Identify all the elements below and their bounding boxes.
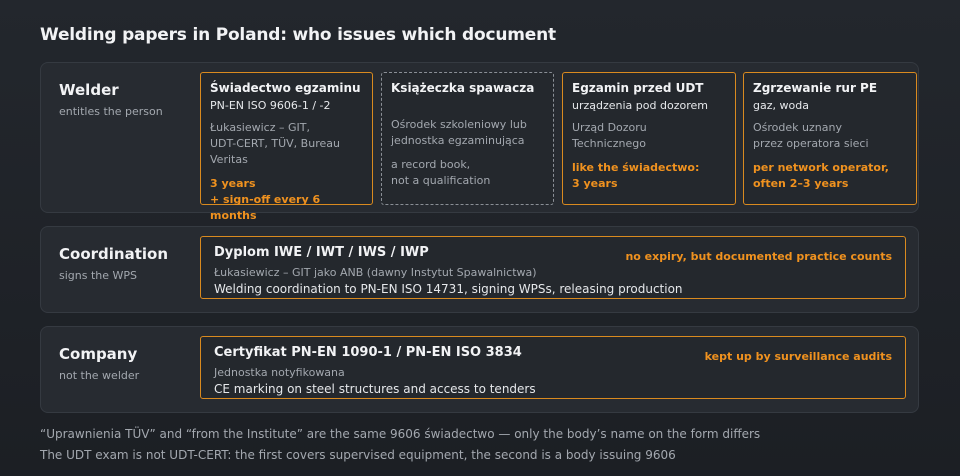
company-label: Company not the welder [59,345,139,382]
validity-line: often 2–3 years [753,177,849,190]
validity-line: 3 years [572,177,618,190]
section-name: Welder [59,81,119,99]
section-name: Coordination [59,245,168,263]
issuer-line: przez operatora sieci [753,137,869,150]
card-title: Książeczka spawacza [391,81,535,95]
card-issuer: Urząd Dozoru Technicznego [572,120,726,152]
issuer-line: jednostka egzaminująca [391,134,525,147]
ksiazeczka-card: Książeczka spawacza Ośrodek szkoleniowy … [381,72,554,205]
issuer-line: Łukasiewicz – GIT, [210,121,310,134]
card-description: Welding coordination to PN-EN ISO 14731,… [214,282,683,296]
diploma-card: Dyplom IWE / IWT / IWS / IWP Łukasiewicz… [200,236,906,299]
footnote: The UDT exam is not UDT-CERT: the first … [40,448,676,462]
card-validity: like the świadectwo: 3 years [572,160,726,192]
section-name: Company [59,345,138,363]
coordination-section: Coordination signs the WPS Dyplom IWE / … [40,226,919,313]
issuer-line: Ośrodek szkoleniowy lub [391,118,527,131]
note-line: a record book, [391,158,471,171]
card-issuer: Jednostka notyfikowana [214,366,345,379]
validity-line: per network operator, [753,161,889,174]
welder-label: Welder entitles the person [59,81,163,118]
section-subtitle: entitles the person [59,105,163,118]
validity-line: + sign-off every 6 months [210,193,321,222]
udt-exam-card: Egzamin przed UDT urządzenia pod dozorem… [562,72,736,205]
card-issuer: Łukasiewicz – GIT jako ANB (dawny Instyt… [214,266,537,279]
issuer-line: Urząd Dozoru [572,121,647,134]
validity-line: 3 years [210,177,256,190]
card-standard: PN-EN ISO 9606-1 / -2 [210,99,331,112]
issuer-line: Ośrodek uznany [753,121,842,134]
note-line: not a qualification [391,174,491,187]
welder-section: Welder entitles the person Świadectwo eg… [40,62,919,222]
card-validity: per network operator, often 2–3 years [753,160,907,192]
card-validity: 3 years + sign-off every 6 months [210,176,363,224]
card-title: Świadectwo egzaminu [210,81,361,95]
validity-badge: no expiry, but documented practice count… [625,250,892,263]
swiadectwo-card: Świadectwo egzaminu PN-EN ISO 9606-1 / -… [200,72,373,222]
issuer-line: Technicznego [572,137,646,150]
card-issuer: Łukasiewicz – GIT, UDT-CERT, TÜV, Bureau… [210,120,363,168]
card-issuer: Ośrodek uznany przez operatora sieci [753,120,907,152]
company-section: Company not the welder Certyfikat PN-EN … [40,326,919,413]
section-subtitle: not the welder [59,369,140,382]
certificate-card: Certyfikat PN-EN 1090-1 / PN-EN ISO 3834… [200,336,906,399]
card-note: a record book, not a qualification [391,157,544,189]
issuer-line: UDT-CERT, TÜV, Bureau Veritas [210,137,340,166]
card-title: Egzamin przed UDT [572,81,704,95]
section-subtitle: signs the WPS [59,269,138,282]
validity-badge: kept up by surveillance audits [704,350,892,363]
footnote: “Uprawnienia TÜV” and “from the Institut… [40,427,761,441]
card-standard: urządzenia pod dozorem [572,99,708,112]
card-issuer: Ośrodek szkoleniowy lub jednostka egzami… [391,117,544,149]
validity-line: like the świadectwo: [572,161,700,174]
card-title: Zgrzewanie rur PE [753,81,878,95]
coordination-label: Coordination signs the WPS [59,245,168,282]
page-title: Welding papers in Poland: who issues whi… [40,25,556,45]
card-standard: gaz, woda [753,99,809,112]
pe-pipe-card: Zgrzewanie rur PE gaz, woda Ośrodek uzna… [743,72,917,205]
card-description: CE marking on steel structures and acces… [214,382,536,396]
